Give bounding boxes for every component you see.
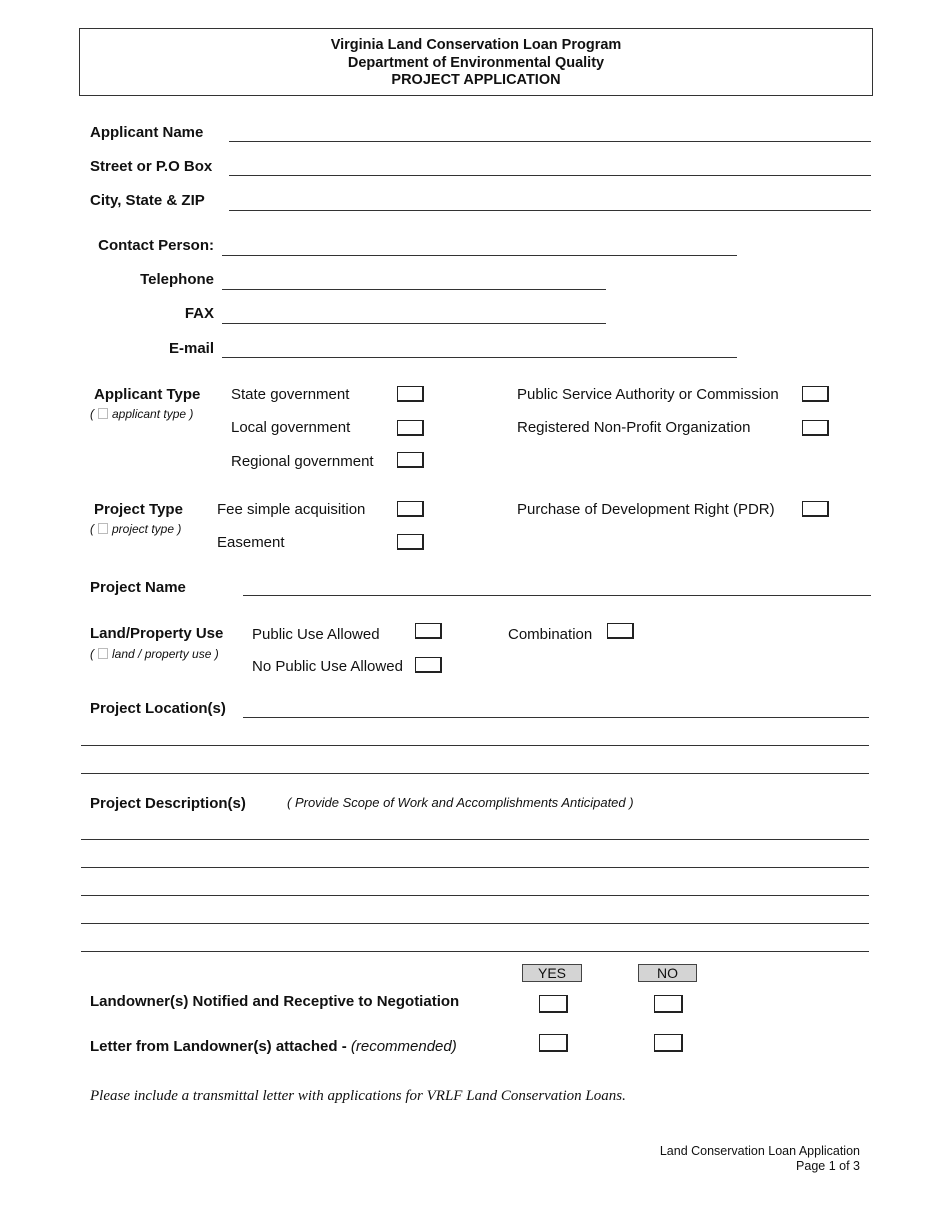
applicant-name-field[interactable] xyxy=(229,141,871,142)
form-title: PROJECT APPLICATION xyxy=(391,72,561,88)
form-header: Virginia Land Conservation Loan Program … xyxy=(79,28,873,96)
fax-label: FAX xyxy=(184,305,214,322)
applicant-name-label: Applicant Name xyxy=(90,124,204,141)
description-line-1[interactable] xyxy=(81,839,869,840)
letter-attached-label: Letter from Landowner(s) attached - (rec… xyxy=(90,1038,457,1055)
option-fee-simple: Fee simple acquisition xyxy=(217,501,366,518)
email-field[interactable] xyxy=(222,357,737,358)
option-easement: Easement xyxy=(217,534,285,551)
option-public-service-authority: Public Service Authority or Commission xyxy=(517,386,779,403)
page-footer: Land Conservation Loan Application Page … xyxy=(560,1144,860,1174)
option-state-government: State government xyxy=(231,386,350,403)
telephone-label: Telephone xyxy=(140,271,214,288)
option-pdr: Purchase of Development Right (PDR) xyxy=(517,501,775,518)
program-title: Virginia Land Conservation Loan Program xyxy=(330,37,622,53)
checkbox-letter-no[interactable] xyxy=(654,1034,683,1052)
description-line-3[interactable] xyxy=(81,895,869,896)
checkbox-pdr[interactable] xyxy=(802,501,829,517)
landowner-notified-label: Landowner(s) Notified and Receptive to N… xyxy=(90,993,460,1010)
transmittal-note: Please include a transmittal letter with… xyxy=(90,1088,626,1104)
checkbox-notified-yes[interactable] xyxy=(539,995,568,1013)
checkbox-public-service-authority[interactable] xyxy=(802,386,829,402)
footer-doc-title: Land Conservation Loan Application xyxy=(659,1144,860,1158)
description-line-4[interactable] xyxy=(81,923,869,924)
checkbox-combination[interactable] xyxy=(607,623,634,639)
option-regional-government: Regional government xyxy=(231,453,374,470)
project-location-line-2[interactable] xyxy=(81,745,869,746)
no-column-header: NO xyxy=(638,964,697,982)
option-non-profit: Registered Non-Profit Organization xyxy=(517,419,751,436)
land-use-label: Land/Property Use xyxy=(90,625,224,642)
street-field[interactable] xyxy=(229,175,871,176)
checkbox-easement[interactable] xyxy=(397,534,424,550)
option-no-public-use: No Public Use Allowed xyxy=(252,658,403,675)
checkbox-state-government[interactable] xyxy=(397,386,424,402)
project-name-label: Project Name xyxy=(90,579,186,596)
description-line-2[interactable] xyxy=(81,867,869,868)
checkbox-fee-simple[interactable] xyxy=(397,501,424,517)
street-label: Street or P.O Box xyxy=(90,158,213,175)
project-location-line-3[interactable] xyxy=(81,773,869,774)
checkbox-regional-government[interactable] xyxy=(397,452,424,468)
contact-person-field[interactable] xyxy=(222,255,737,256)
telephone-field[interactable] xyxy=(222,289,606,290)
land-use-hint: (land / property use ) xyxy=(90,647,219,661)
email-label: E-mail xyxy=(168,340,214,357)
checkbox-notified-no[interactable] xyxy=(654,995,683,1013)
project-location-field[interactable] xyxy=(243,717,869,718)
checkbox-hint-icon xyxy=(98,523,108,534)
applicant-type-label: Applicant Type xyxy=(94,386,201,403)
project-description-hint: ( Provide Scope of Work and Accomplishme… xyxy=(287,795,634,810)
description-line-5[interactable] xyxy=(81,951,869,952)
checkbox-no-public-use[interactable] xyxy=(415,657,442,673)
project-description-label: Project Description(s) xyxy=(90,795,246,812)
checkbox-local-government[interactable] xyxy=(397,420,424,436)
project-type-hint: (project type ) xyxy=(90,522,182,536)
project-type-label: Project Type xyxy=(94,501,183,518)
option-public-use: Public Use Allowed xyxy=(252,626,380,643)
checkbox-hint-icon xyxy=(98,408,108,419)
contact-person-label: Contact Person: xyxy=(98,237,214,254)
fax-field[interactable] xyxy=(222,323,606,324)
checkbox-hint-icon xyxy=(98,648,108,659)
option-combination: Combination xyxy=(508,626,593,643)
yes-column-header: YES xyxy=(522,964,582,982)
checkbox-public-use[interactable] xyxy=(415,623,442,639)
city-state-zip-field[interactable] xyxy=(229,210,871,211)
option-local-government: Local government xyxy=(231,419,351,436)
applicant-type-hint: (applicant type ) xyxy=(90,407,194,421)
checkbox-letter-yes[interactable] xyxy=(539,1034,568,1052)
page-number: Page 1 of 3 xyxy=(796,1159,860,1173)
project-name-field[interactable] xyxy=(243,595,871,596)
city-state-zip-label: City, State & ZIP xyxy=(90,192,205,209)
checkbox-non-profit[interactable] xyxy=(802,420,829,436)
department-title: Department of Environmental Quality xyxy=(347,54,605,71)
project-location-label: Project Location(s) xyxy=(90,700,226,717)
